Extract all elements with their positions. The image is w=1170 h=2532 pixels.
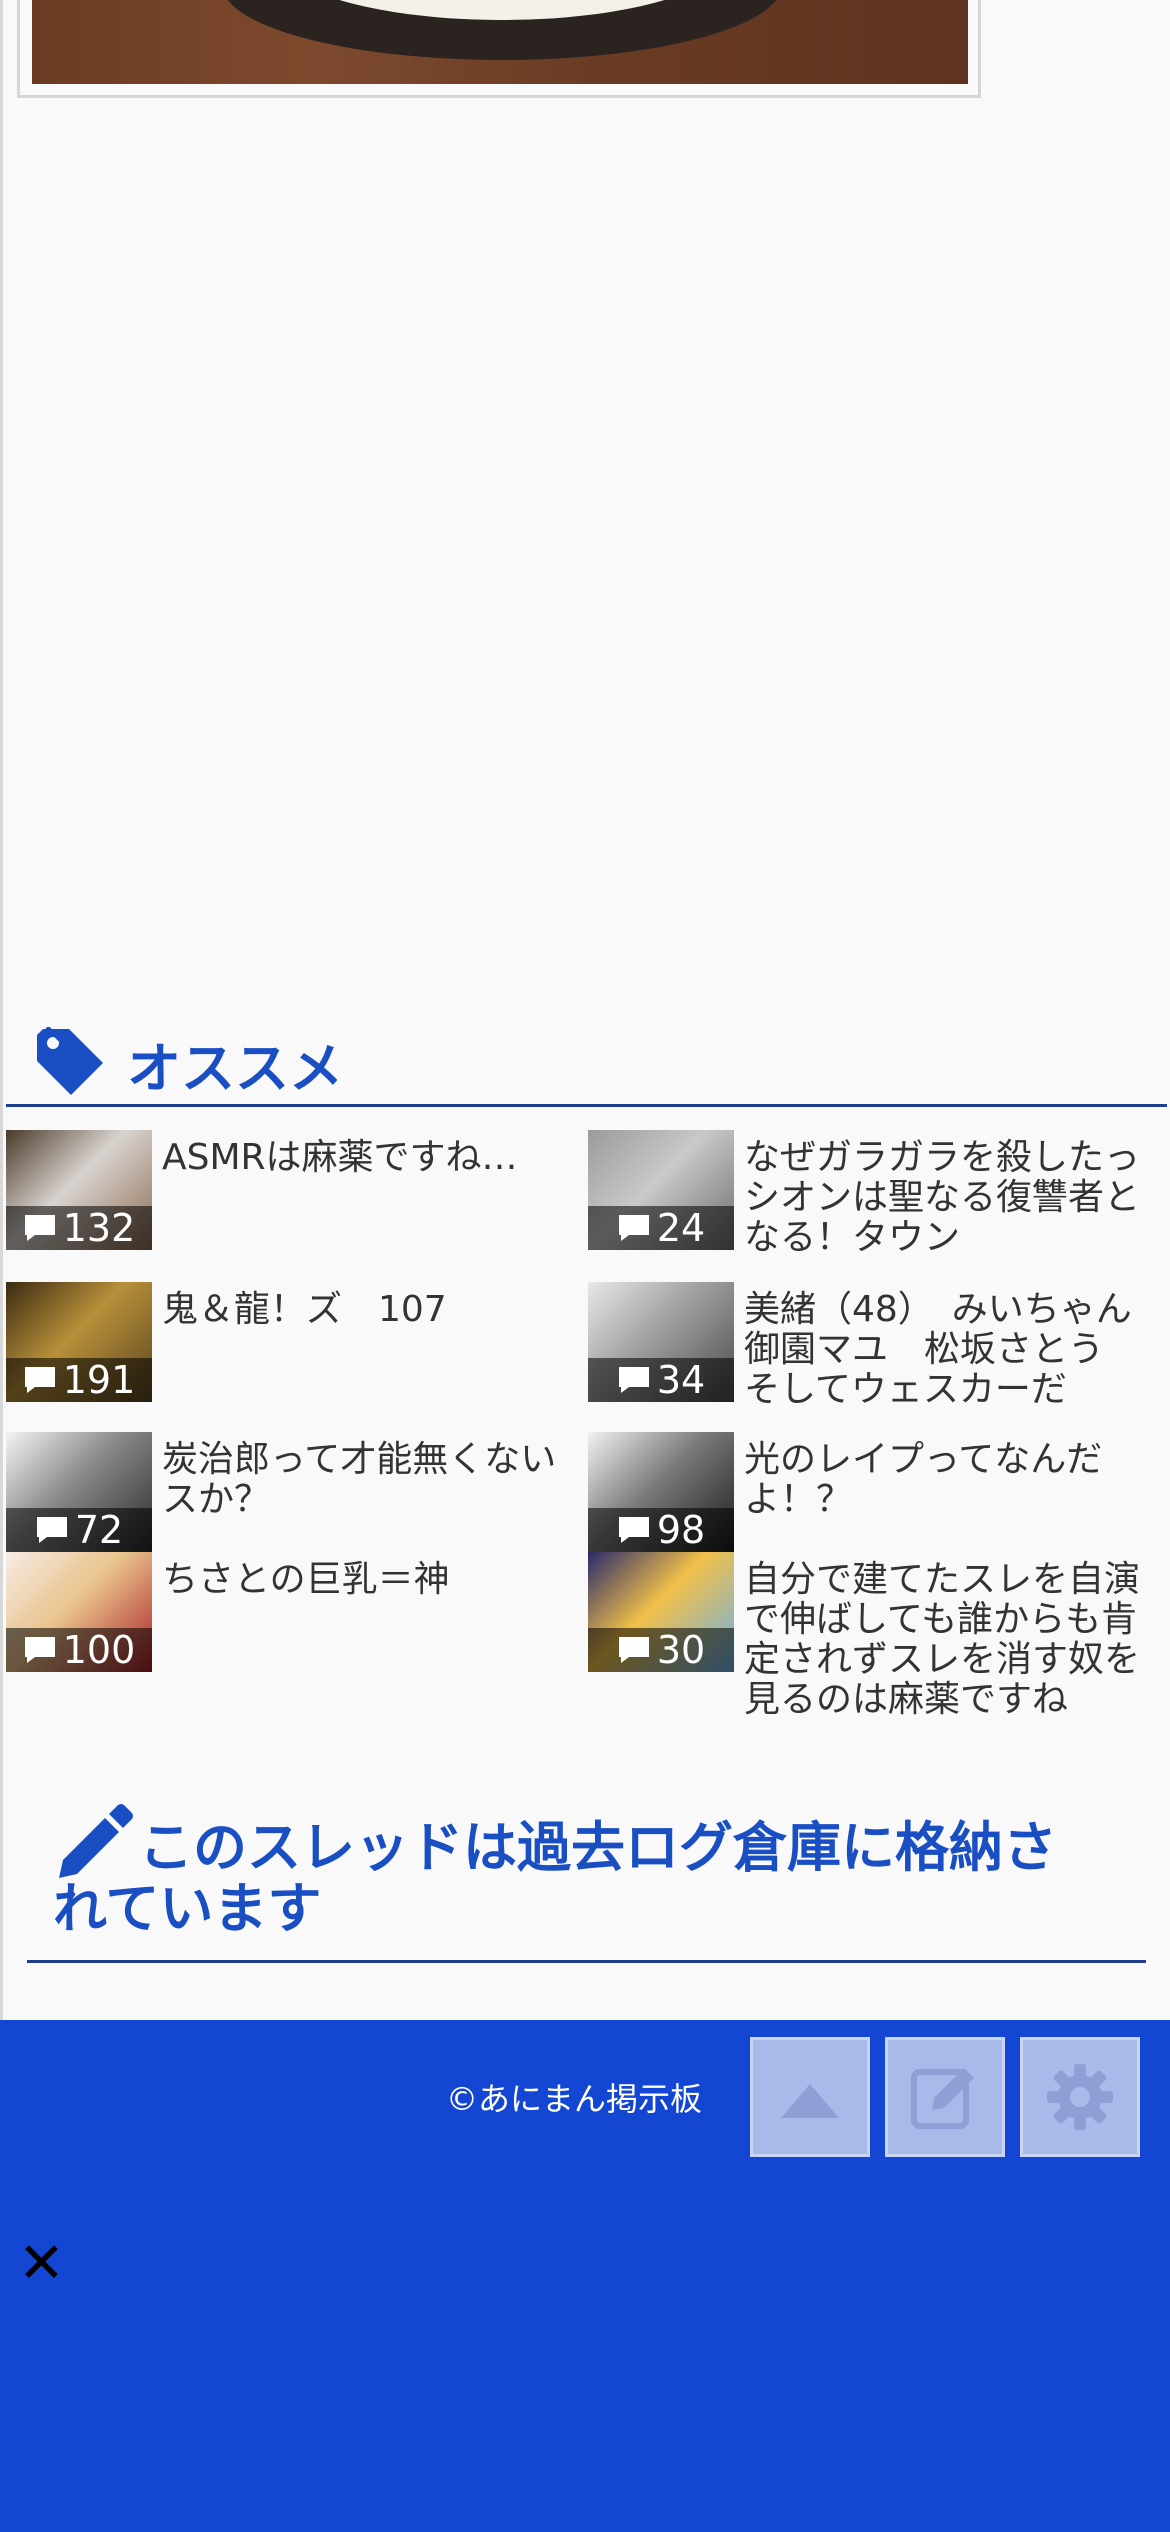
comment-count-badge: 72 <box>6 1508 152 1552</box>
comment-count: 24 <box>656 1206 706 1250</box>
gear-icon <box>1047 2064 1113 2130</box>
comment-icon <box>36 1517 67 1543</box>
thread-title-link[interactable]: 美緒（48） みいちゃん 御園マユ 松坂さとう そしてウェスカーだ <box>744 1282 1168 1410</box>
comment-count: 98 <box>656 1508 706 1552</box>
copyright: ©あにまん掲示板 <box>446 2080 703 2118</box>
triangle-up-icon <box>781 2084 839 2118</box>
recommend-heading-text: オススメ <box>127 1036 343 1100</box>
recommend-item[interactable]: 98 光のレイプってなんだよ！？ <box>588 1432 1158 1552</box>
thread-title-link[interactable]: 炭治郎って才能無くないスか？ <box>162 1432 562 1520</box>
article-image[interactable] <box>32 0 968 84</box>
thread-thumbnail[interactable]: 98 <box>588 1432 734 1552</box>
settings-button[interactable] <box>1020 2037 1140 2157</box>
comment-count: 72 <box>74 1508 124 1552</box>
archive-notice: このスレッドは過去ログ倉庫に格納されています <box>53 1800 1093 1938</box>
comment-icon <box>618 1215 649 1241</box>
edit-icon <box>911 2068 974 2129</box>
recommend-heading: オススメ <box>33 1027 343 1100</box>
comment-count-badge: 132 <box>6 1206 152 1250</box>
tag-icon <box>37 1027 103 1095</box>
recommend-item[interactable]: 30 自分で建てたスレを自演で伸ばしても誰からも肯定されずスレを消す奴を見るのは麻… <box>588 1552 1158 1720</box>
thread-thumbnail[interactable]: 132 <box>6 1130 152 1250</box>
comment-icon <box>618 1517 649 1543</box>
thread-thumbnail[interactable]: 72 <box>6 1432 152 1552</box>
thread-title-link[interactable]: 鬼＆龍！ズ 107 <box>162 1282 562 1330</box>
comment-icon <box>24 1637 55 1663</box>
recommend-divider <box>6 1104 1167 1107</box>
comment-icon <box>24 1367 55 1393</box>
recommend-item[interactable]: 34 美緒（48） みいちゃん 御園マユ 松坂さとう そしてウェスカーだ <box>588 1282 1168 1410</box>
scroll-top-button[interactable] <box>750 2037 870 2157</box>
comment-count-badge: 34 <box>588 1358 734 1402</box>
write-button[interactable] <box>885 2037 1005 2157</box>
thread-thumbnail[interactable]: 100 <box>6 1552 152 1672</box>
thread-thumbnail[interactable]: 191 <box>6 1282 152 1402</box>
comment-count: 30 <box>656 1628 706 1672</box>
comment-icon <box>24 1215 55 1241</box>
recommend-item[interactable]: 24 なぜガラガラを殺したっシオンは聖なる復讐者となる！タウン <box>588 1130 1158 1258</box>
archive-notice-text: このスレッドは過去ログ倉庫に格納されています <box>53 1816 1057 1940</box>
recommend-item[interactable]: 72 炭治郎って才能無くないスか？ <box>6 1432 576 1552</box>
thread-title-link[interactable]: 光のレイプってなんだよ！？ <box>744 1432 1144 1520</box>
thread-title-link[interactable]: ちさとの巨乳＝神 <box>162 1552 562 1600</box>
thread-title-link[interactable]: なぜガラガラを殺したっシオンは聖なる復讐者となる！タウン <box>744 1130 1144 1258</box>
thread-title-link[interactable]: ASMRは麻薬ですね… <box>162 1130 562 1178</box>
comment-count: 191 <box>62 1358 136 1402</box>
recommend-item[interactable]: 100 ちさとの巨乳＝神 <box>6 1552 576 1672</box>
notice-divider <box>27 1960 1146 1963</box>
article-image-frame <box>17 0 981 98</box>
close-icon[interactable]: ✕ <box>18 2236 66 2292</box>
comment-count-badge: 24 <box>588 1206 734 1250</box>
comment-count: 132 <box>62 1206 136 1250</box>
comment-count-badge: 30 <box>588 1628 734 1672</box>
comment-count-badge: 191 <box>6 1358 152 1402</box>
comment-count: 34 <box>656 1358 706 1402</box>
comment-icon <box>618 1637 649 1663</box>
thread-thumbnail[interactable]: 24 <box>588 1130 734 1250</box>
comment-count-badge: 98 <box>588 1508 734 1552</box>
pencil-icon <box>59 1804 133 1878</box>
comment-icon <box>618 1367 649 1393</box>
thread-title-link[interactable]: 自分で建てたスレを自演で伸ばしても誰からも肯定されずスレを消す奴を見るのは麻薬で… <box>744 1552 1144 1720</box>
content-area: オススメ 132 ASMRは麻薬ですね… 24 なぜガラガラを殺したっシオンは聖なる復… <box>0 0 1170 2020</box>
thread-thumbnail[interactable]: 34 <box>588 1282 734 1402</box>
thread-thumbnail[interactable]: 30 <box>588 1552 734 1672</box>
comment-count-badge: 100 <box>6 1628 152 1672</box>
comment-count: 100 <box>62 1628 136 1672</box>
recommend-item[interactable]: 132 ASMRは麻薬ですね… <box>6 1130 576 1250</box>
recommend-item[interactable]: 191 鬼＆龍！ズ 107 <box>6 1282 576 1402</box>
